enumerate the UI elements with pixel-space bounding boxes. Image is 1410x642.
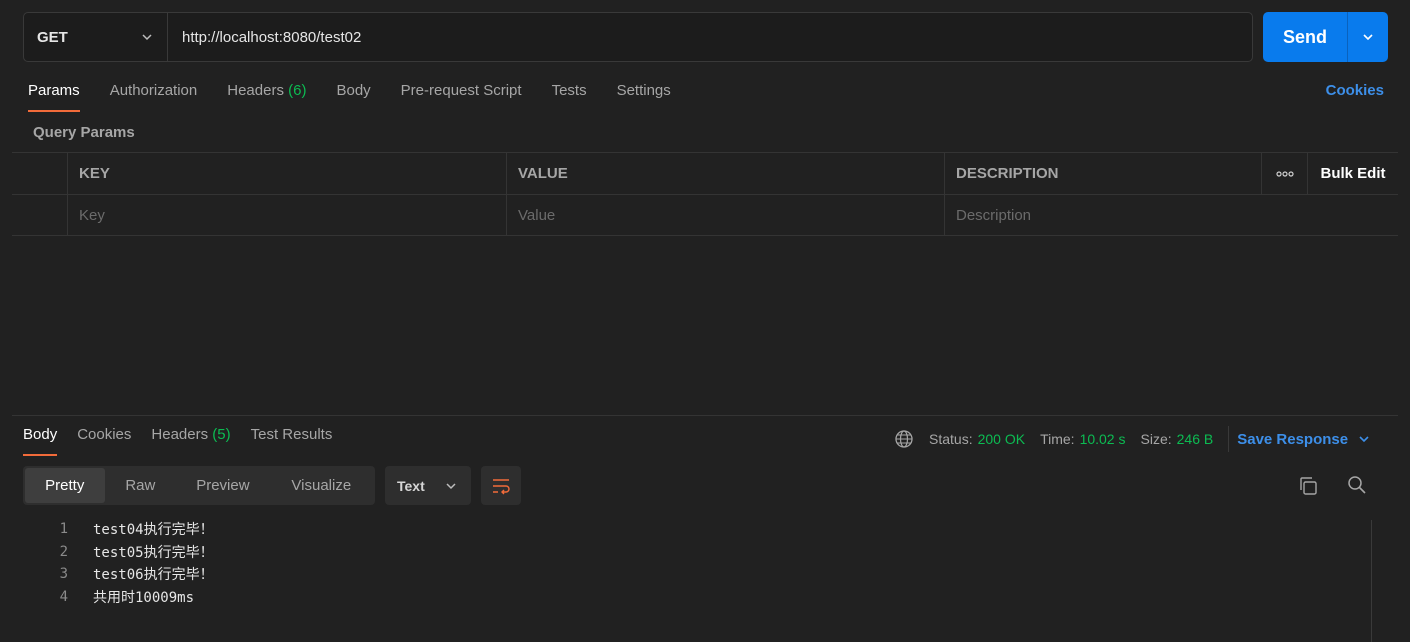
value-input[interactable]: Value [507,195,945,235]
time-label: Time: [1040,431,1075,447]
row-handle-cell [12,153,68,194]
send-button-group: Send [1263,12,1388,62]
headers-count-badge: (6) [288,82,307,99]
url-text: http://localhost:8080/test02 [182,28,362,46]
send-button[interactable]: Send [1263,12,1348,62]
row-handle-cell [12,195,68,235]
code-line: 1 test04执行完毕！ [40,518,214,541]
column-header-value: VALUE [507,153,945,194]
more-options-button[interactable] [1262,153,1308,194]
response-tab-body[interactable]: Body [23,424,58,456]
response-tab-headers[interactable]: Headers (5) [151,424,230,456]
cookies-link[interactable]: Cookies [1326,82,1384,99]
response-tab-cookies[interactable]: Cookies [77,424,131,456]
tab-label: Settings [616,82,671,99]
line-number: 4 [59,588,68,605]
line-number: 3 [59,566,68,583]
tab-label: Authorization [109,82,198,99]
tab-label: Body [23,426,58,443]
code-line: 4 共用时10009ms [40,586,214,609]
response-headers-count-badge: (5) [212,426,231,443]
response-body[interactable]: 1 test04执行完毕！ 2 test05执行完毕！ 3 test06执行完毕！ 4… [40,518,214,608]
line-number: 2 [59,543,68,560]
globe-icon[interactable] [894,429,914,449]
tab-label: Tests [551,82,587,99]
column-header-key: KEY [68,153,507,194]
more-dots-icon [1275,170,1294,177]
method-select[interactable]: GET [24,13,168,61]
chevron-down-icon [142,34,152,41]
table-row: Key Value Description [12,194,1398,236]
chevron-down-icon [1359,436,1369,443]
time-value[interactable]: 10.02 s [1080,431,1126,447]
tab-label: Pre-request Script [400,82,522,99]
tab-settings[interactable]: Settings [617,80,671,112]
query-params-table: KEY VALUE DESCRIPTION Bulk Edit Key Valu… [12,152,1398,236]
chevron-down-icon [1363,34,1373,41]
method-label: GET [37,28,68,46]
response-tabs: Body Cookies Headers (5) Test Results [23,424,352,456]
response-meta: Status: 200 OK Time: 10.02 s Size: 246 B… [894,426,1372,452]
size-label: Size: [1140,431,1172,447]
scrollbar[interactable] [1371,520,1388,642]
tab-body[interactable]: Body [336,80,370,112]
line-text: 共用时10009ms [93,589,195,606]
save-response-button[interactable]: Save Response [1237,431,1372,448]
tab-params[interactable]: Params [28,80,80,112]
tab-headers[interactable]: Headers (6) [227,80,306,112]
pane-divider[interactable] [12,415,1398,416]
tab-label: Test Results [250,426,333,443]
divider [1228,426,1230,452]
status-label: Status: [929,431,973,447]
request-tabs: Params Authorization Headers (6) Body Pr… [28,80,701,112]
tab-label: Headers [227,82,284,99]
tab-label: Headers [151,426,209,443]
description-input[interactable]: Description [945,195,1398,235]
tab-label: Params [28,82,80,99]
view-visualize-button[interactable]: Visualize [270,468,373,503]
tab-label: Cookies [77,426,132,443]
line-number: 1 [59,521,68,538]
status-value[interactable]: 200 OK [978,431,1025,447]
wrap-lines-icon [493,478,510,494]
code-line: 2 test05执行完毕！ [40,541,214,564]
column-header-description: DESCRIPTION [945,153,1262,194]
line-text: test04执行完毕！ [93,522,214,539]
tab-authorization[interactable]: Authorization [110,80,198,112]
url-input[interactable]: http://localhost:8080/test02 [168,13,1252,61]
view-mode-selector: Pretty Raw Preview Visualize [23,466,375,505]
code-line: 3 test06执行完毕！ [40,563,214,586]
tab-label: Body [336,82,371,99]
format-label: Text [397,477,425,494]
view-pretty-button[interactable]: Pretty [25,468,105,503]
table-header-row: KEY VALUE DESCRIPTION Bulk Edit [12,152,1398,194]
bulk-edit-button[interactable]: Bulk Edit [1308,153,1398,194]
query-params-title: Query Params [33,124,135,141]
copy-icon[interactable] [1297,475,1319,497]
send-options-button[interactable] [1348,12,1388,62]
format-select[interactable]: Text [385,466,471,505]
view-raw-button[interactable]: Raw [105,468,177,503]
size-value[interactable]: 246 B [1177,431,1214,447]
wrap-lines-button[interactable] [481,466,521,505]
search-icon[interactable] [1346,474,1368,496]
line-text: test05执行完毕！ [93,544,214,561]
response-tab-test-results[interactable]: Test Results [251,424,333,456]
tab-pre-request-script[interactable]: Pre-request Script [401,80,522,112]
view-preview-button[interactable]: Preview [176,468,269,503]
tab-tests[interactable]: Tests [552,80,587,112]
save-response-label: Save Response [1237,430,1349,448]
request-bar: GET http://localhost:8080/test02 [23,12,1253,62]
key-input[interactable]: Key [68,195,507,235]
line-text: test06执行完毕！ [93,567,214,584]
chevron-down-icon [446,482,456,489]
